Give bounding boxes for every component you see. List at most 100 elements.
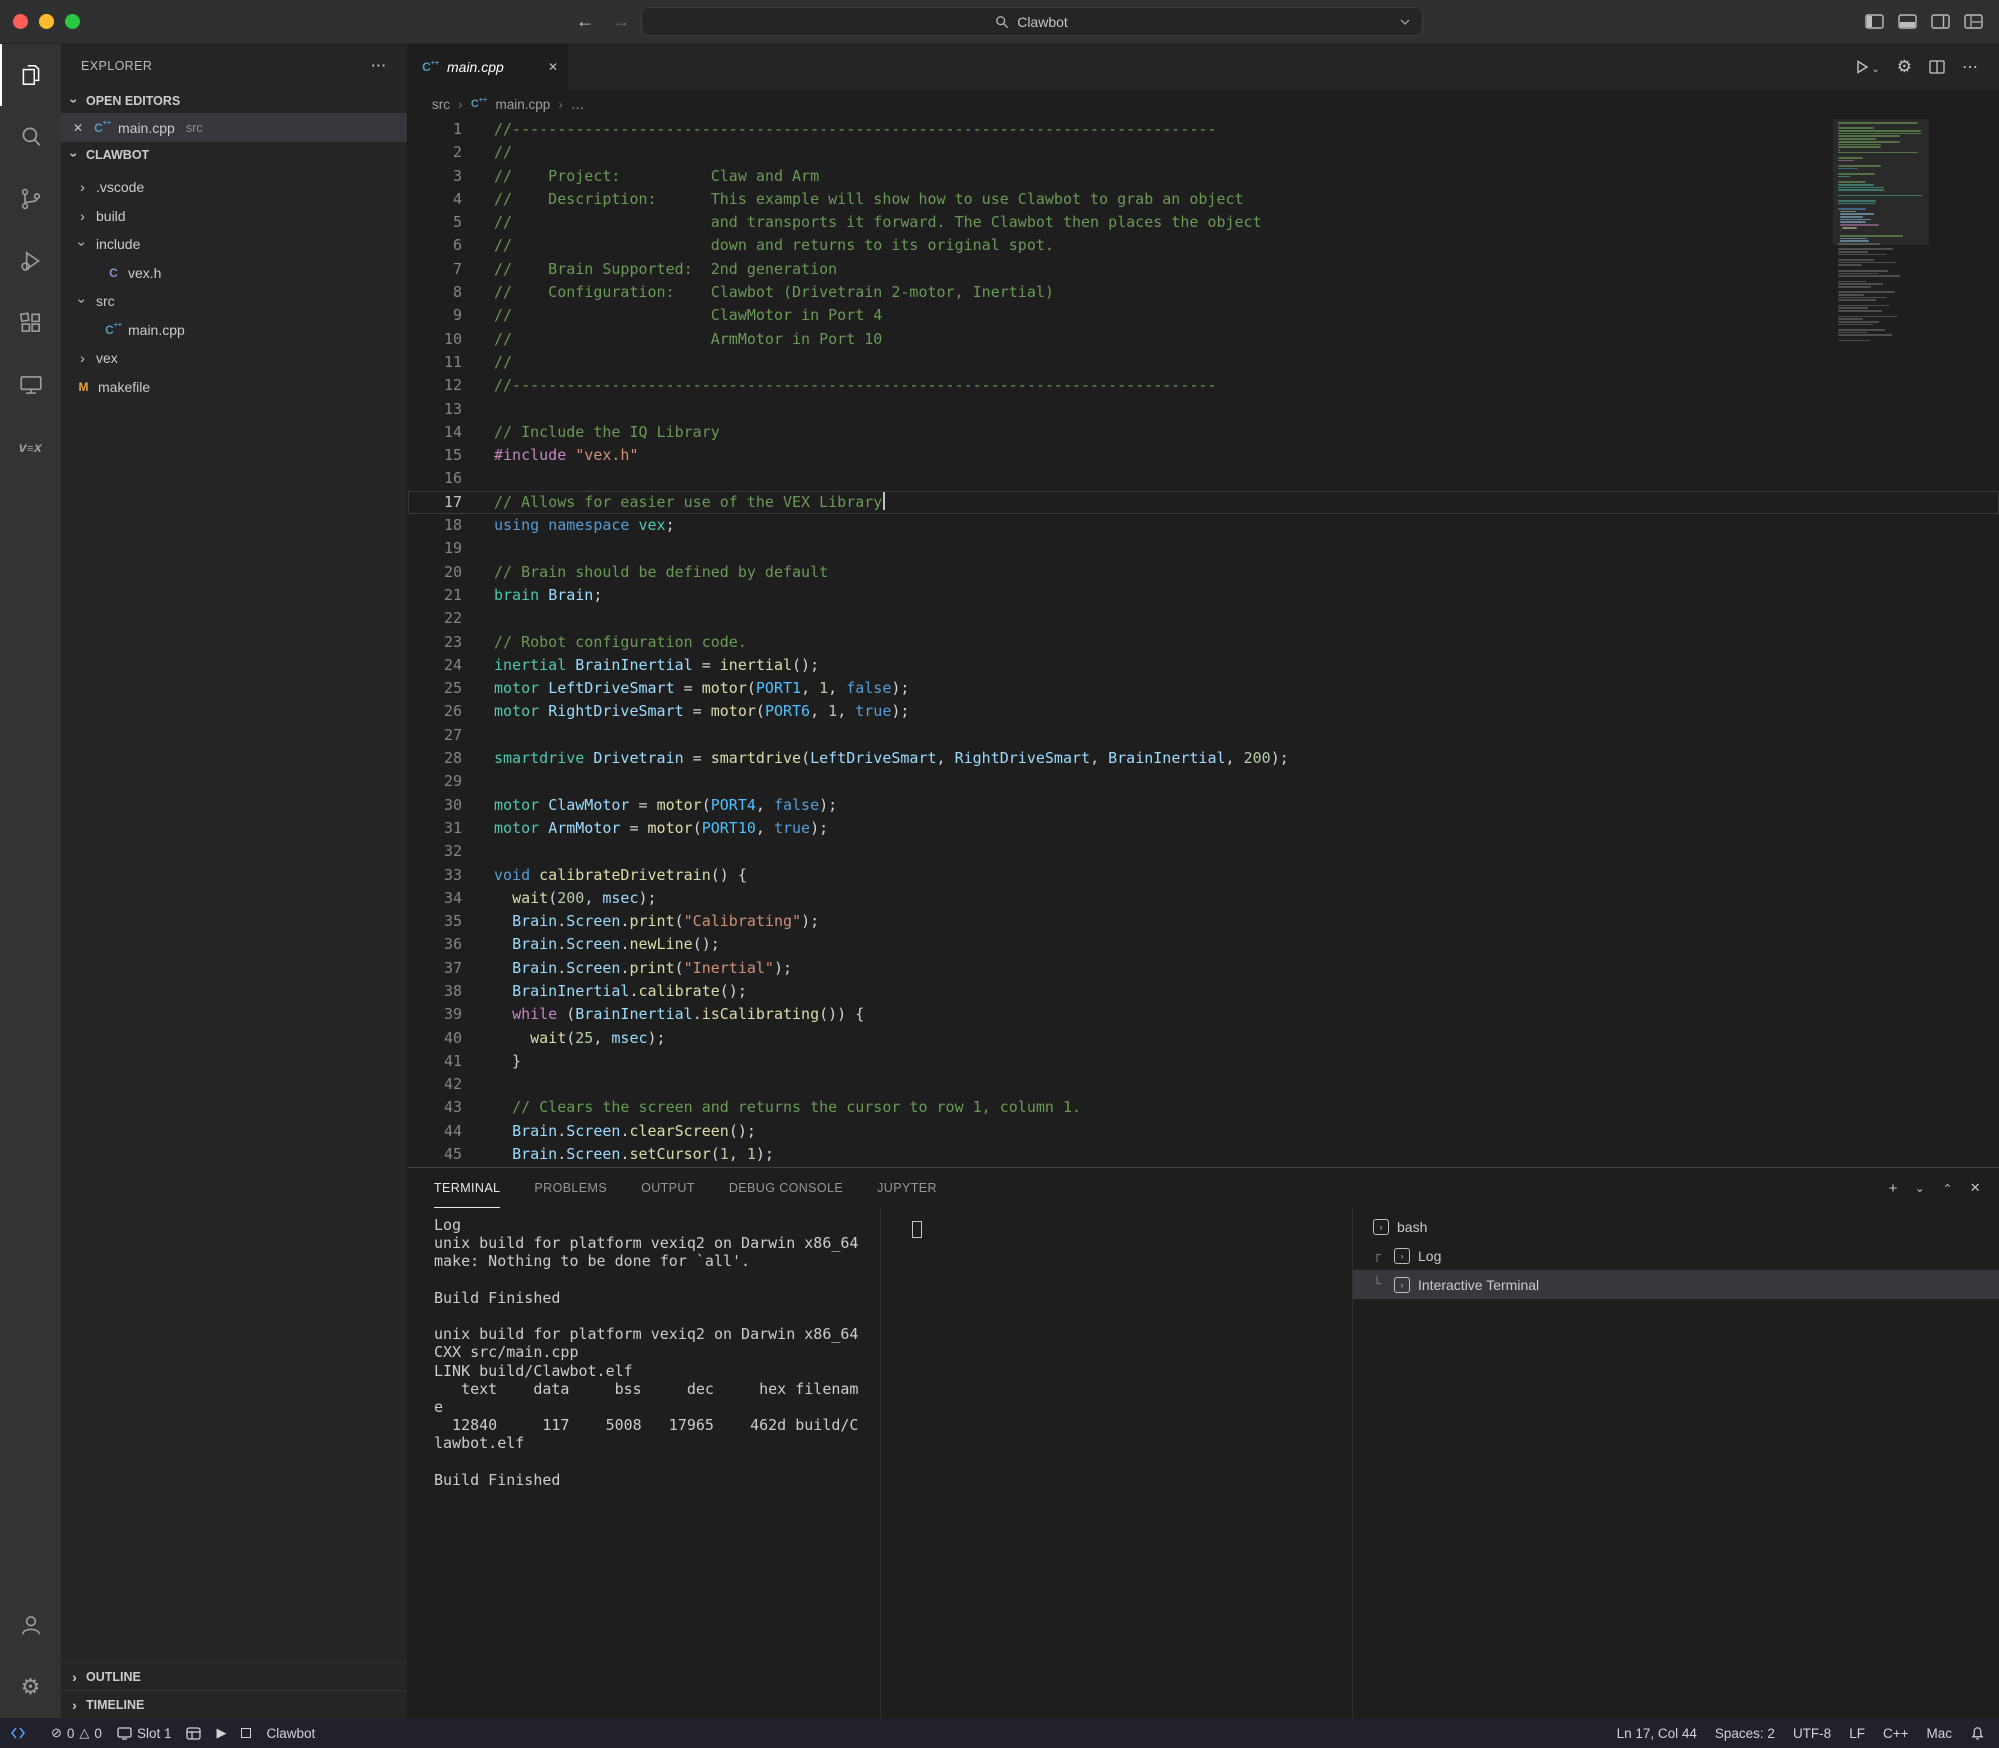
code-line[interactable]: 7// Brain Supported: 2nd generation — [408, 258, 1999, 281]
tab-main-cpp[interactable]: C main.cpp ✕ — [408, 44, 568, 90]
vex-brain-button[interactable] — [186, 1718, 202, 1748]
activity-search[interactable] — [0, 106, 61, 168]
minimap[interactable] — [1833, 119, 1929, 342]
close-panel-icon[interactable]: ✕ — [1970, 1180, 1981, 1196]
command-center-search[interactable]: Clawbot — [640, 7, 1423, 36]
code-line[interactable]: 32 — [408, 840, 1999, 863]
activity-account[interactable] — [0, 1594, 61, 1656]
code-line[interactable]: 44 Brain.Screen.clearScreen(); — [408, 1120, 1999, 1143]
open-editor-item[interactable]: ✕ C main.cpp src — [61, 113, 407, 142]
close-icon[interactable]: ✕ — [548, 60, 558, 74]
activity-vex[interactable]: v≡x — [0, 416, 61, 478]
code-line[interactable]: 24 inertial BrainInertial = inertial(); — [408, 654, 1999, 677]
tree-item--vscode[interactable]: › .vscode — [61, 173, 407, 202]
status-mac[interactable]: Mac — [1926, 1726, 1952, 1741]
minimize-window-button[interactable] — [39, 14, 54, 29]
panel-tab-jupyter[interactable]: JUPYTER — [877, 1168, 937, 1208]
program-name[interactable]: Clawbot — [266, 1718, 315, 1748]
editor-settings-button[interactable]: ⚙ — [1897, 57, 1912, 77]
tree-item-build[interactable]: › build — [61, 202, 407, 231]
code-line[interactable]: 45 Brain.Screen.setCursor(1, 1); — [408, 1143, 1999, 1166]
terminal-list-item-log[interactable]: ┌ › Log — [1353, 1241, 1999, 1270]
forward-arrow-icon[interactable]: → — [612, 11, 630, 32]
zoom-window-button[interactable] — [65, 14, 80, 29]
remote-window-button[interactable] — [0, 1718, 36, 1748]
status-spaces-2[interactable]: Spaces: 2 — [1715, 1726, 1775, 1741]
code-line[interactable]: 8// Configuration: Clawbot (Drivetrain 2… — [408, 281, 1999, 304]
code-line[interactable]: 31 motor ArmMotor = motor(PORT10, true); — [408, 817, 1999, 840]
terminal-output[interactable]: Log unix build for platform vexiq2 on Dar… — [408, 1208, 880, 1718]
code-line[interactable]: 10// ArmMotor in Port 10 — [408, 328, 1999, 351]
code-line[interactable]: 36 Brain.Screen.newLine(); — [408, 933, 1999, 956]
code-line[interactable]: 28 smartdrive Drivetrain = smartdrive(Lef… — [408, 747, 1999, 770]
panel-tab-terminal[interactable]: TERMINAL — [434, 1168, 501, 1208]
code-line[interactable]: 12//------------------------------------… — [408, 374, 1999, 397]
activity-run-debug[interactable] — [0, 230, 61, 292]
tree-item-vex[interactable]: › vex — [61, 344, 407, 373]
code-line[interactable]: 22 — [408, 607, 1999, 630]
code-line[interactable]: 9// ClawMotor in Port 4 — [408, 304, 1999, 327]
status-utf-8[interactable]: UTF-8 — [1793, 1726, 1831, 1741]
toggle-secondary-sidebar-icon[interactable] — [1931, 14, 1950, 29]
code-line[interactable]: 30 motor ClawMotor = motor(PORT4, false); — [408, 794, 1999, 817]
maximize-panel-icon[interactable]: ⌄ — [1942, 1181, 1952, 1195]
code-line[interactable]: 37 Brain.Screen.print("Inertial"); — [408, 957, 1999, 980]
code-line[interactable]: 3// Project: Claw and Arm — [408, 165, 1999, 188]
code-line[interactable]: 15 #include "vex.h" — [408, 444, 1999, 467]
code-line[interactable]: 6// down and returns to its original spo… — [408, 234, 1999, 257]
code-line[interactable]: 35 Brain.Screen.print("Calibrating"); — [408, 910, 1999, 933]
code-line[interactable]: 21 brain Brain; — [408, 584, 1999, 607]
code-line[interactable]: 20// Brain should be defined by default — [408, 561, 1999, 584]
code-line[interactable]: 16 — [408, 467, 1999, 490]
run-button[interactable]: ⌄ — [1854, 59, 1880, 75]
panel-tab-output[interactable]: OUTPUT — [641, 1168, 695, 1208]
activity-source-control[interactable] — [0, 168, 61, 230]
code-line[interactable]: 13 — [408, 398, 1999, 421]
tree-item-src[interactable]: › src — [61, 287, 407, 316]
tree-item-vex-h[interactable]: Cvex.h — [61, 259, 407, 288]
activity-settings[interactable]: ⚙ — [0, 1656, 61, 1718]
problems-status[interactable]: ⊘ 0 △ 0 — [51, 1718, 102, 1748]
breadcrumb-symbol[interactable]: … — [571, 97, 585, 112]
status-lf[interactable]: LF — [1849, 1726, 1865, 1741]
code-line[interactable]: 38 BrainInertial.calibrate(); — [408, 980, 1999, 1003]
toggle-panel-icon[interactable] — [1898, 14, 1917, 29]
code-line[interactable]: 5// and transports it forward. The Clawb… — [408, 211, 1999, 234]
code-line[interactable]: 39 while (BrainInertial.isCalibrating())… — [408, 1003, 1999, 1026]
panel-tab-problems[interactable]: PROBLEMS — [534, 1168, 607, 1208]
back-arrow-icon[interactable]: ← — [576, 11, 594, 32]
code-editor[interactable]: 1//-------------------------------------… — [408, 118, 1999, 1167]
code-line[interactable]: 29 — [408, 770, 1999, 793]
code-line[interactable]: 23// Robot configuration code. — [408, 631, 1999, 654]
slot-selector[interactable]: Slot 1 — [117, 1718, 171, 1748]
terminal-list-item-bash[interactable]: › bash — [1353, 1212, 1999, 1241]
code-line[interactable]: 40 wait(25, msec); — [408, 1027, 1999, 1050]
toggle-primary-sidebar-icon[interactable] — [1865, 14, 1884, 29]
open-editors-header[interactable]: › OPEN EDITORS — [61, 88, 407, 113]
activity-explorer[interactable] — [0, 44, 61, 106]
terminal-list-item-interactive-terminal[interactable]: └ › Interactive Terminal — [1353, 1270, 1999, 1299]
code-line[interactable]: 17// Allows for easier use of the VEX Li… — [408, 490, 1999, 515]
code-line[interactable]: 11// — [408, 351, 1999, 374]
tree-item-makefile[interactable]: Mmakefile — [61, 373, 407, 402]
code-line[interactable]: 41 } — [408, 1050, 1999, 1073]
code-line[interactable]: 18 using namespace vex; — [408, 514, 1999, 537]
notifications-button[interactable] — [1970, 1718, 1985, 1748]
terminal-dropdown-icon[interactable]: ⌄ — [1915, 1181, 1925, 1195]
status-c-[interactable]: C++ — [1883, 1726, 1909, 1741]
activity-remote-explorer[interactable] — [0, 354, 61, 416]
activity-extensions[interactable] — [0, 292, 61, 354]
customize-layout-icon[interactable] — [1964, 14, 1983, 29]
code-line[interactable]: 2// — [408, 141, 1999, 164]
close-icon[interactable]: ✕ — [73, 121, 87, 135]
breadcrumb-src[interactable]: src — [432, 97, 450, 112]
code-line[interactable]: 4// Description: This example will show … — [408, 188, 1999, 211]
code-line[interactable]: 19 — [408, 537, 1999, 560]
close-window-button[interactable] — [13, 14, 28, 29]
new-terminal-icon[interactable]: + — [1889, 1180, 1898, 1197]
status-ln-17-col-44[interactable]: Ln 17, Col 44 — [1617, 1726, 1697, 1741]
code-line[interactable]: 27 — [408, 724, 1999, 747]
code-line[interactable]: 33 void calibrateDrivetrain() { — [408, 864, 1999, 887]
tree-item-main-cpp[interactable]: Cmain.cpp — [61, 316, 407, 345]
code-line[interactable]: 14// Include the IQ Library — [408, 421, 1999, 444]
